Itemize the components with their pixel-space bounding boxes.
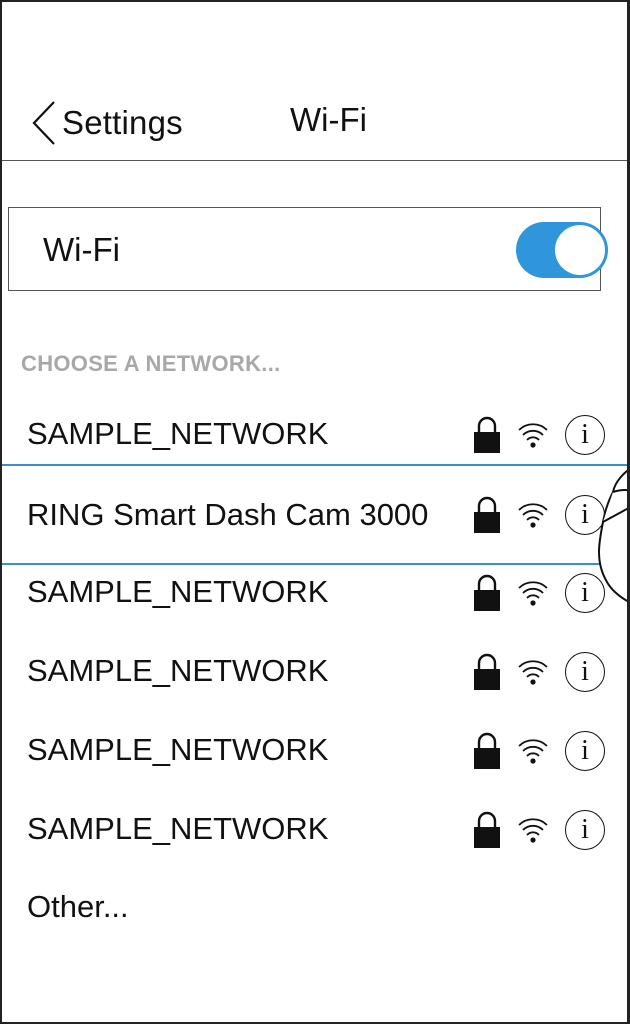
network-name: SAMPLE_NETWORK [27,811,329,846]
back-button[interactable]: Settings [30,98,183,148]
network-icons: i [457,791,627,870]
lock-icon [474,416,500,453]
lock-icon [474,496,500,533]
chevron-left-icon [32,101,55,145]
network-row[interactable]: RING Smart Dash Cam 3000 i [2,476,627,555]
selection-border-bottom [2,563,627,565]
lock-icon [474,653,500,690]
other-network-option[interactable]: Other... [27,889,129,925]
toggle-knob [555,225,605,275]
info-icon[interactable]: i [565,810,605,850]
back-button-label: Settings [62,104,183,141]
page-title: Wi-Fi [290,101,367,138]
network-icons: i [457,712,627,791]
wifi-signal-icon [518,503,548,528]
navigation-bar: Settings Wi-Fi [2,92,627,161]
network-name: SAMPLE_NETWORK [27,653,329,688]
network-name: SAMPLE_NETWORK [27,732,329,767]
finger-pointer-illustration [598,469,627,602]
lock-icon [474,732,500,769]
network-name: SAMPLE_NETWORK [27,416,329,451]
wifi-settings-screen: Settings Wi-Fi Wi-Fi CHOOSE A NETWORK...… [0,0,630,1024]
network-row[interactable]: SAMPLE_NETWORK i [2,712,627,791]
lock-icon [474,811,500,848]
info-icon[interactable]: i [565,652,605,692]
wifi-signal-icon [518,581,548,606]
wifi-toggle-label: Wi-Fi [43,231,120,268]
network-row[interactable]: SAMPLE_NETWORK i [2,554,627,633]
network-row[interactable]: SAMPLE_NETWORK i [2,633,627,712]
wifi-signal-icon [518,660,548,685]
network-name: SAMPLE_NETWORK [27,574,329,609]
wifi-signal-icon [518,423,548,448]
section-header: CHOOSE A NETWORK... [21,351,281,376]
network-icons: i [457,633,627,712]
wifi-toggle-row: Wi-Fi [8,207,608,291]
network-name: RING Smart Dash Cam 3000 [27,497,429,532]
network-row[interactable]: SAMPLE_NETWORK i [2,791,627,870]
wifi-signal-icon [518,818,548,843]
lock-icon [474,574,500,611]
wifi-toggle-switch[interactable] [516,222,608,278]
info-icon[interactable]: i [565,731,605,771]
selection-border-top [2,464,627,466]
wifi-signal-icon [518,739,548,764]
